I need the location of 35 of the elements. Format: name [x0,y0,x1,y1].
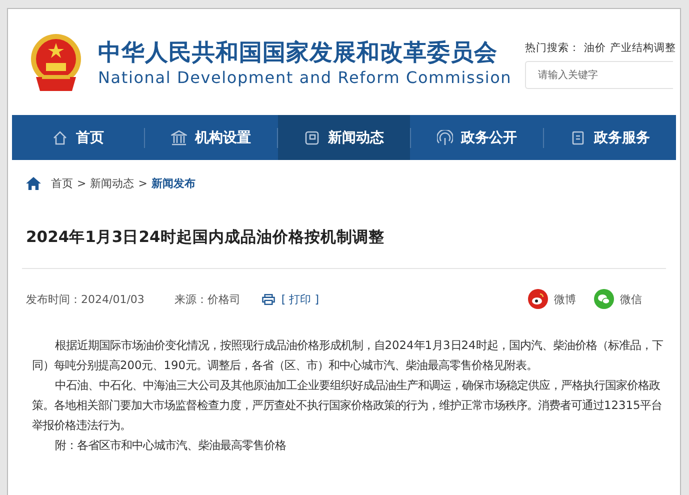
nav-tab[interactable]: 首页 [12,115,144,160]
nav-tab[interactable]: 政务公开 [411,115,543,160]
wechat-icon [594,289,614,309]
weibo-icon [528,289,548,309]
site-subtitle: National Development and Reform Commission [98,68,512,87]
breadcrumb-separator: > [138,177,148,190]
hot-search-link[interactable]: 产业结构调整 [610,41,676,55]
search-field[interactable]: 请输入关键字 [525,61,673,89]
share-link[interactable]: 微博 [528,289,576,309]
hot-search-label: 热门搜索： [525,41,580,55]
nav-tab[interactable]: 机构设置 [145,115,277,160]
document-icon [304,130,320,146]
breadcrumb-separator: > [77,177,86,190]
article-paragraph: 根据近期国际市场油价变化情况，按照现行成品油价格形成机制，自2024年1月3日24时起，国内汽、柴油价格（标准品，下同）每吨分别提高200元、190元。调整后，各省（区、市）和中心城市汽、柴油最高零售价格见附表。 [32,337,664,374]
article-paragraph: 中石油、中石化、中海油三大公司及其他原油加工企业要组织好成品油生产和调运，确保市场稳定供应，严格执行国家价格政策。各地相关部门要加大市场监督检查力度，严厉查处不执行国家价格政策的行为，维护正常市场秩序。消费者可通过12315平台举报价格违法行为。 [32,377,664,434]
article-title: 2024年1月3日24时起国内成品油价格按机制调整 [26,227,386,248]
file-icon [570,130,586,146]
printer-icon [262,294,276,304]
article-paragraph: 附：各省区市和中心城市汽、柴油最高零售价格 [54,437,287,454]
emblem-icon [28,33,84,93]
publish-date: 发布时间：2024/01/03 [26,292,144,306]
home-icon [26,177,41,190]
breadcrumb-link[interactable]: 首页 [51,176,73,191]
breadcrumb-link[interactable]: 新闻发布 [151,176,196,191]
share-link[interactable]: 微信 [594,289,642,309]
site-title: 中华人民共和国国家发展和改革委员会 [98,39,498,68]
nav-tab[interactable]: 政务服务 [544,115,676,160]
hot-search-link[interactable]: 油价 [584,41,606,55]
home-icon [52,130,68,146]
nav-tab[interactable]: 新闻动态 [278,115,410,160]
broadcast-icon [437,130,453,146]
article-source: 来源：价格司 [174,292,240,306]
building-icon [171,130,187,146]
print-link[interactable]: [ 打印 ] [262,292,319,306]
breadcrumb-link[interactable]: 新闻动态 [90,176,134,191]
